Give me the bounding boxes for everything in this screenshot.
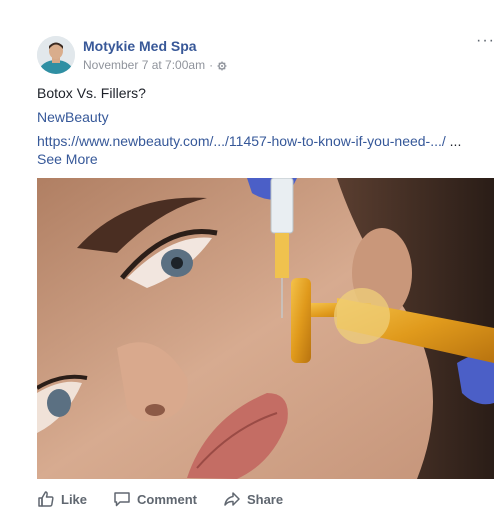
- page-name-link[interactable]: Motykie Med Spa: [83, 38, 197, 54]
- page-avatar[interactable]: [37, 36, 75, 74]
- like-icon: [37, 490, 55, 508]
- share-button[interactable]: Share: [223, 490, 283, 508]
- comment-icon: [113, 490, 131, 508]
- post-card: Motykie Med Spa November 7 at 7:00am · ·…: [0, 0, 501, 518]
- link-url[interactable]: https://www.newbeauty.com/.../11457-how-…: [37, 133, 461, 149]
- comment-button[interactable]: Comment: [113, 490, 197, 508]
- post-photo[interactable]: [37, 178, 494, 479]
- link-url-text[interactable]: https://www.newbeauty.com/.../11457-how-…: [37, 133, 446, 149]
- gear-icon: [217, 60, 227, 71]
- like-label: Like: [61, 491, 88, 507]
- share-icon: [223, 490, 241, 508]
- post-actions: Like Comment Share: [37, 490, 283, 508]
- link-ellipsis: ...: [449, 133, 462, 149]
- more-options-icon[interactable]: ···: [476, 33, 495, 49]
- link-source[interactable]: NewBeauty: [37, 109, 109, 125]
- post-timestamp[interactable]: November 7 at 7:00am: [83, 58, 205, 72]
- like-button[interactable]: Like: [37, 490, 87, 508]
- share-label: Share: [246, 491, 284, 507]
- post-text: Botox Vs. Fillers?: [37, 85, 146, 101]
- comment-label: Comment: [137, 491, 197, 507]
- see-more-link[interactable]: See More: [37, 151, 98, 167]
- meta-separator: ·: [209, 58, 214, 72]
- post-meta: November 7 at 7:00am ·: [83, 58, 227, 72]
